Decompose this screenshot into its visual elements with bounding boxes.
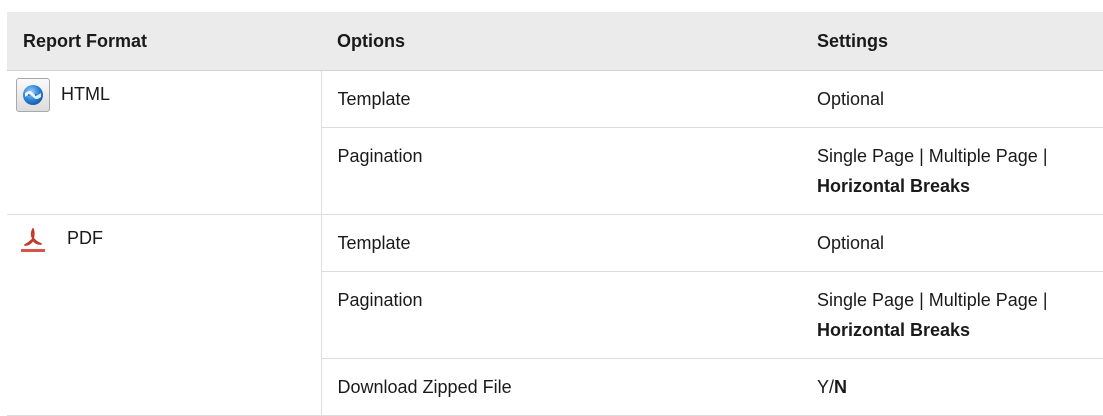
pdf-icon (15, 221, 51, 257)
html-globe-icon (15, 77, 51, 113)
format-cell-pdf: PDF (7, 214, 322, 416)
header-row: Report Format Options Settings (7, 12, 1103, 71)
setting-text: Single Page | Multiple Page | (817, 146, 1048, 166)
setting-text: Y/ (817, 377, 835, 397)
table-row: PDF Template Optional (7, 214, 1103, 416)
setting-text: Single Page | Multiple Page | (817, 290, 1048, 310)
format-cell-html: HTML (7, 70, 322, 215)
table-row: HTML Template Optional (7, 70, 1103, 215)
setting-cell: Y/N (801, 358, 1103, 416)
header-settings: Settings (801, 12, 1103, 71)
format-label-html: HTML (61, 84, 110, 104)
option-cell: Download Zipped File (321, 358, 801, 416)
setting-emphasis: Horizontal Breaks (817, 176, 971, 196)
header-report-format: Report Format (7, 12, 321, 71)
setting-cell: Optional (801, 214, 1103, 272)
setting-cell: Optional (801, 70, 1103, 128)
option-cell: Pagination (321, 271, 801, 359)
option-cell: Template (321, 70, 801, 128)
setting-emphasis: Horizontal Breaks (817, 320, 971, 340)
header-options: Options (321, 12, 801, 71)
option-cell: Template (321, 214, 801, 272)
format-label-pdf: PDF (67, 228, 103, 248)
setting-cell: Single Page | Multiple Page | Horizontal… (801, 271, 1103, 359)
setting-cell: Single Page | Multiple Page | Horizontal… (801, 127, 1103, 215)
option-cell: Pagination (321, 127, 801, 215)
report-format-table: Report Format Options Settings HTML Temp… (7, 12, 1103, 416)
setting-emphasis: N (834, 377, 848, 397)
